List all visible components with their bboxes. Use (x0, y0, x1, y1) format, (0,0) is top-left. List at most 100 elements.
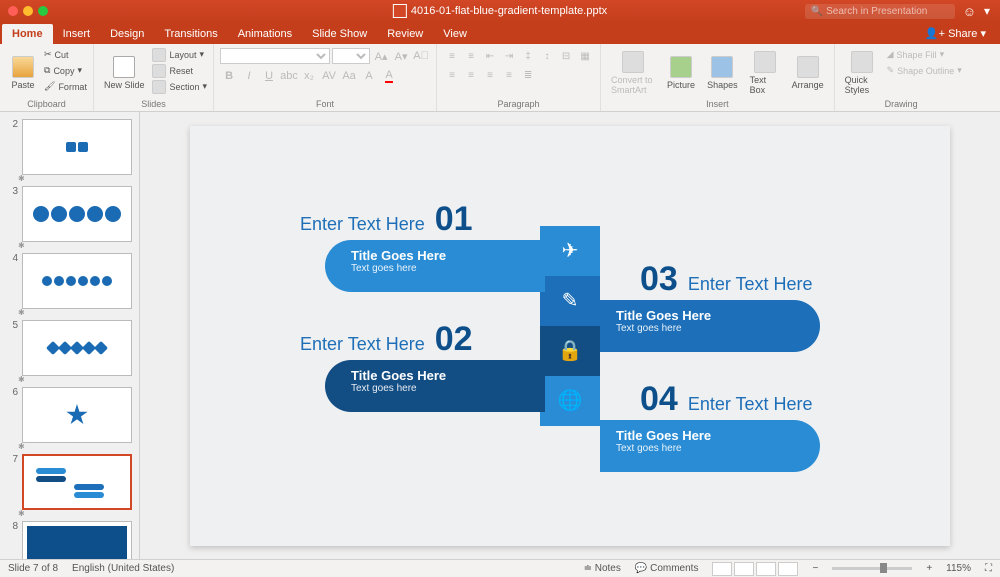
textbox-button[interactable]: Text Box (746, 47, 784, 99)
highlight-button[interactable]: A (360, 67, 378, 85)
align-text-button[interactable]: ⊟ (557, 47, 575, 65)
slideshow-view-button[interactable] (778, 562, 798, 576)
feedback-icon[interactable]: ☺ (963, 4, 976, 19)
search-input[interactable]: 🔍 Search in Presentation (805, 4, 955, 19)
justify-button[interactable]: ≡ (500, 66, 518, 84)
thumbnail-3[interactable]: 3 (0, 183, 139, 245)
layout-icon (152, 48, 166, 62)
zoom-in-button[interactable]: + (926, 563, 932, 574)
center-icon: ✈ (540, 226, 600, 276)
strikethrough-button[interactable]: abc (280, 67, 298, 85)
decrease-indent-button[interactable]: ⇤ (481, 47, 499, 65)
superscript-button[interactable]: AV (320, 67, 338, 85)
ribbon-tabs: HomeInsertDesignTransitionsAnimationsSli… (0, 22, 1000, 44)
thumbnail-6[interactable]: 6 (0, 384, 139, 446)
zoom-slider[interactable] (832, 567, 912, 570)
dropdown-icon[interactable]: ▾ (984, 4, 990, 18)
align-right-button[interactable]: ≡ (481, 66, 499, 84)
scissors-icon: ✂ (44, 49, 52, 60)
align-center-button[interactable]: ≡ (462, 66, 480, 84)
text-direction-button[interactable]: ↕ (538, 47, 556, 65)
bullets-button[interactable]: ≡ (443, 47, 461, 65)
thumbnail-5[interactable]: 5 (0, 317, 139, 379)
tab-slide-show[interactable]: Slide Show (302, 24, 377, 44)
language-indicator[interactable]: English (United States) (72, 563, 174, 574)
comments-button[interactable]: 💬 Comments (635, 563, 699, 574)
sorter-view-button[interactable] (734, 562, 754, 576)
zoom-out-button[interactable]: − (812, 563, 818, 574)
fit-button[interactable]: ⛶ (985, 563, 992, 574)
ribbon-group-font: A▴ A▾ A⃠ B I U abc x₂ AV Aa A A Font (214, 44, 437, 111)
increase-indent-button[interactable]: ⇥ (500, 47, 518, 65)
shape-outline-button[interactable]: ✎Shape Outline ▾ (887, 63, 962, 78)
line-spacing-button[interactable]: ‡ (519, 47, 537, 65)
thumbnail-7[interactable]: 7 (0, 451, 139, 513)
increase-font-button[interactable]: A▴ (372, 47, 390, 65)
columns-button[interactable]: ▦ (576, 47, 594, 65)
search-icon: 🔍 (811, 6, 823, 17)
thumbnail-8[interactable]: 8 (0, 518, 139, 559)
slide-canvas[interactable]: ✈✎🔒🌐 Enter Text Here 01Title Goes HereTe… (140, 112, 1000, 559)
shape-fill-button[interactable]: ◢Shape Fill ▾ (887, 47, 962, 62)
fill-icon: ◢ (887, 49, 894, 60)
ribbon-group-insert: Convert to SmartArt Picture Shapes Text … (601, 44, 835, 111)
tab-home[interactable]: Home (2, 24, 53, 44)
italic-button[interactable]: I (240, 67, 258, 85)
numbering-button[interactable]: ≡ (462, 47, 480, 65)
arrange-button[interactable]: Arrange (788, 47, 828, 99)
picture-button[interactable]: Picture (663, 47, 699, 99)
zoom-level[interactable]: 115% (946, 563, 971, 574)
main-area: 2✱3✱4✱5✱6✱7✱8✱ ✈✎🔒🌐 Enter Text Here 01Ti… (0, 112, 1000, 559)
quick-styles-button[interactable]: Quick Styles (841, 47, 883, 99)
slide[interactable]: ✈✎🔒🌐 Enter Text Here 01Title Goes HereTe… (190, 126, 950, 546)
notes-button[interactable]: ≐ Notes (584, 563, 621, 574)
share-button[interactable]: 👤+ Share ▾ (921, 23, 990, 44)
format-painter-button[interactable]: 🖌Format (44, 79, 87, 94)
center-icon: ✎ (540, 276, 600, 326)
reset-button[interactable]: Reset (152, 63, 207, 78)
center-icon-stack: ✈✎🔒🌐 (540, 226, 600, 426)
window-controls (8, 6, 48, 16)
copy-button[interactable]: ⧉Copy ▾ (44, 63, 87, 78)
new-slide-button[interactable]: New Slide (100, 47, 149, 99)
align-left-button[interactable]: ≡ (443, 66, 461, 84)
section-button[interactable]: Section ▾ (152, 79, 207, 94)
case-button[interactable]: Aa (340, 67, 358, 85)
paste-button[interactable]: Paste (6, 47, 40, 99)
brush-icon: 🖌 (44, 81, 55, 92)
statusbar: Slide 7 of 8 English (United States) ≐ N… (0, 559, 1000, 577)
thumbnail-2[interactable]: 2 (0, 116, 139, 178)
decrease-font-button[interactable]: A▾ (392, 47, 410, 65)
bold-button[interactable]: B (220, 67, 238, 85)
clear-format-button[interactable]: A⃠ (412, 47, 430, 65)
tab-transitions[interactable]: Transitions (154, 24, 227, 44)
underline-button[interactable]: U (260, 67, 278, 85)
section-icon (152, 80, 166, 94)
tab-insert[interactable]: Insert (53, 24, 101, 44)
close-window-icon[interactable] (8, 6, 18, 16)
tab-animations[interactable]: Animations (228, 24, 302, 44)
distribute-button[interactable]: ≣ (519, 66, 537, 84)
titlebar: 4016-01-flat-blue-gradient-template.pptx… (0, 0, 1000, 22)
reading-view-button[interactable] (756, 562, 776, 576)
font-color-button[interactable]: A (380, 67, 398, 85)
cut-button[interactable]: ✂Cut (44, 47, 87, 62)
layout-button[interactable]: Layout ▾ (152, 47, 207, 62)
center-icon: 🌐 (540, 376, 600, 426)
normal-view-button[interactable] (712, 562, 732, 576)
font-family-select[interactable] (220, 48, 330, 64)
smartart-button[interactable]: Convert to SmartArt (607, 47, 659, 99)
slide-thumbnails[interactable]: 2✱3✱4✱5✱6✱7✱8✱ (0, 112, 140, 559)
ribbon: Paste ✂Cut ⧉Copy ▾ 🖌Format Clipboard New… (0, 44, 1000, 112)
minimize-window-icon[interactable] (23, 6, 33, 16)
maximize-window-icon[interactable] (38, 6, 48, 16)
ribbon-group-paragraph: ≡ ≡ ⇤ ⇥ ‡ ↕ ⊟ ▦ ≡ ≡ ≡ ≡ ≣ Paragraph (437, 44, 601, 111)
tab-review[interactable]: Review (377, 24, 433, 44)
font-size-select[interactable] (332, 48, 370, 64)
tab-design[interactable]: Design (100, 24, 154, 44)
subscript-button[interactable]: x₂ (300, 67, 318, 85)
tab-view[interactable]: View (433, 24, 477, 44)
shapes-button[interactable]: Shapes (703, 47, 742, 99)
thumbnail-4[interactable]: 4 (0, 250, 139, 312)
slide-counter[interactable]: Slide 7 of 8 (8, 563, 58, 574)
